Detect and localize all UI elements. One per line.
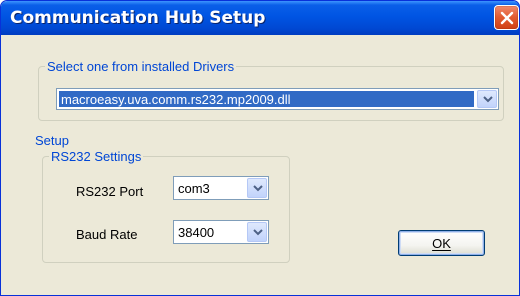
setup-label: Setup xyxy=(35,133,70,148)
driver-select-value: macroeasy.uva.comm.rs232.mp2009.dll xyxy=(59,91,474,107)
drivers-group-label: Select one from installed Drivers xyxy=(47,59,235,74)
baud-rate-value: 38400 xyxy=(178,224,215,240)
port-dropdown-button[interactable] xyxy=(247,178,267,198)
baud-dropdown-button[interactable] xyxy=(247,222,267,242)
driver-dropdown-button[interactable] xyxy=(477,90,497,108)
baud-rate-select[interactable]: 38400 xyxy=(173,220,269,244)
window-title: Communication Hub Setup xyxy=(10,8,266,28)
rs232-port-label: RS232 Port xyxy=(76,184,144,199)
rs232-settings-label: RS232 Settings xyxy=(51,149,142,164)
chevron-down-icon xyxy=(483,96,493,103)
ok-button[interactable]: OK xyxy=(398,230,485,256)
close-button[interactable] xyxy=(494,5,519,30)
rs232-settings-group: RS232 Settings xyxy=(42,149,290,263)
rs232-port-select[interactable]: com3 xyxy=(173,176,269,200)
ok-button-label: OK xyxy=(432,235,451,251)
chevron-down-icon xyxy=(253,229,263,236)
close-icon xyxy=(500,11,514,25)
setup-dialog: Communication Hub Setup Select one from … xyxy=(0,0,520,296)
title-bar[interactable]: Communication Hub Setup xyxy=(1,1,519,35)
rs232-port-value: com3 xyxy=(178,180,210,196)
chevron-down-icon xyxy=(253,185,263,192)
driver-select[interactable]: macroeasy.uva.comm.rs232.mp2009.dll xyxy=(56,88,499,110)
baud-rate-label: Baud Rate xyxy=(76,227,138,242)
